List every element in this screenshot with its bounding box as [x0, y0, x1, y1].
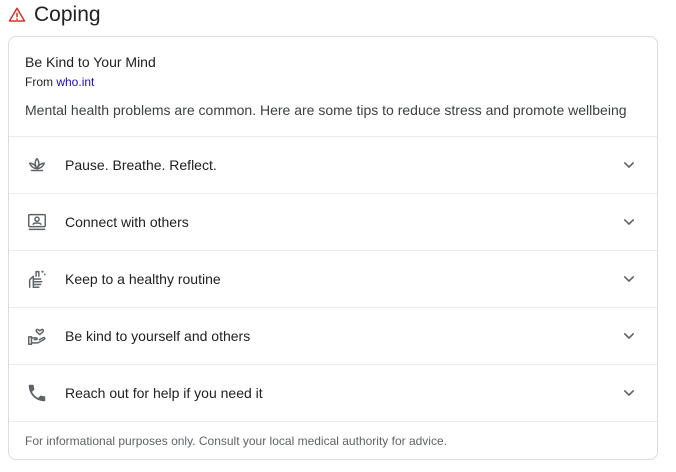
accordion-item-be-kind[interactable]: Be kind to yourself and others: [9, 308, 657, 365]
chevron-down-icon: [619, 269, 639, 289]
disclaimer-note: For informational purposes only. Consult…: [25, 434, 447, 448]
section-title: Coping: [34, 3, 101, 26]
accordion-item-reach-out[interactable]: Reach out for help if you need it: [9, 365, 657, 422]
washing-hands-icon: [25, 267, 49, 291]
chevron-down-icon: [619, 212, 639, 232]
info-card: Be Kind to Your Mind From who.int Mental…: [8, 36, 658, 460]
hand-heart-icon: [25, 324, 49, 348]
chevron-down-icon: [619, 326, 639, 346]
source-link[interactable]: who.int: [56, 75, 94, 89]
card-title: Be Kind to Your Mind: [25, 54, 156, 70]
video-contact-icon: [25, 210, 49, 234]
accordion-item-label: Connect with others: [65, 214, 189, 230]
accordion-item-pause-breathe-reflect[interactable]: Pause. Breathe. Reflect.: [9, 137, 657, 194]
accordion-item-label: Pause. Breathe. Reflect.: [65, 157, 217, 173]
chevron-down-icon: [619, 155, 639, 175]
card-description: Mental health problems are common. Here …: [25, 102, 627, 118]
source-prefix: From: [25, 75, 53, 89]
accordion-item-connect-with-others[interactable]: Connect with others: [9, 194, 657, 251]
accordion-item-healthy-routine[interactable]: Keep to a healthy routine: [9, 251, 657, 308]
accordion-item-label: Reach out for help if you need it: [65, 385, 263, 401]
accordion-item-label: Keep to a healthy routine: [65, 271, 221, 287]
card-header: Be Kind to Your Mind From who.int Mental…: [9, 37, 657, 137]
card-source: From who.int: [25, 74, 641, 90]
phone-icon: [25, 381, 49, 405]
chevron-down-icon: [619, 383, 639, 403]
lotus-icon: [25, 153, 49, 177]
section-header: Coping: [8, 2, 101, 28]
warning-triangle-icon: [8, 6, 26, 24]
accordion-item-label: Be kind to yourself and others: [65, 328, 251, 344]
